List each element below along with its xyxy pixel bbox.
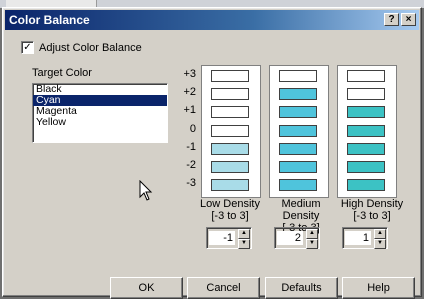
low-density-header: Low Density [-3 to 3] <box>197 198 263 222</box>
spin-down-icon[interactable]: ▼ <box>238 239 250 249</box>
medium-density-spinner[interactable]: 2 ▲ ▼ <box>274 227 320 249</box>
medium-density-swatch <box>279 88 317 101</box>
low-density-value[interactable]: -1 <box>209 231 235 245</box>
high-density-swatch <box>347 179 385 192</box>
level-label: +2 <box>183 86 196 99</box>
low-density-swatch <box>211 161 249 173</box>
medium-density-swatch <box>279 70 317 82</box>
medium-density-value[interactable]: 2 <box>277 231 303 245</box>
target-color-list[interactable]: Black Cyan Magenta Yellow <box>32 83 168 143</box>
level-label: -2 <box>186 159 196 171</box>
high-density-swatch <box>347 124 385 137</box>
medium-density-swatch <box>279 161 317 173</box>
low-density-swatch <box>211 70 249 82</box>
low-density-spinner[interactable]: -1 ▲ ▼ <box>206 227 252 249</box>
spin-down-icon[interactable]: ▼ <box>306 239 318 249</box>
medium-density-title: Medium Density <box>281 198 321 222</box>
cancel-button[interactable]: Cancel <box>187 277 260 299</box>
level-label: -1 <box>186 140 196 153</box>
spin-up-icon[interactable]: ▲ <box>238 229 250 239</box>
medium-density-swatch <box>279 142 317 155</box>
low-density-swatch <box>211 142 249 155</box>
low-density-range: [-3 to 3] <box>211 210 249 222</box>
level-label: 0 <box>189 122 196 135</box>
help-button[interactable]: Help <box>342 277 415 299</box>
level-label: -3 <box>186 177 196 190</box>
high-density-swatch <box>347 142 385 155</box>
spin-up-icon[interactable]: ▲ <box>374 229 386 239</box>
help-title-button[interactable]: ? <box>384 13 399 26</box>
ok-button[interactable]: OK <box>110 277 183 299</box>
high-density-swatch <box>347 161 385 173</box>
defaults-button[interactable]: Defaults <box>265 277 338 299</box>
low-density-swatch <box>211 106 249 119</box>
medium-density-swatch <box>279 179 317 192</box>
adjust-color-balance-checkbox[interactable]: ✓ <box>21 41 34 54</box>
spin-down-icon[interactable]: ▼ <box>374 239 386 249</box>
list-item-yellow[interactable]: Yellow <box>33 117 167 128</box>
medium-density-swatch <box>279 106 317 119</box>
high-density-swatch <box>347 106 385 119</box>
mouse-pointer-icon <box>139 180 153 201</box>
low-density-swatch <box>211 124 249 137</box>
adjust-color-balance-label: Adjust Color Balance <box>39 41 142 54</box>
close-button[interactable]: × <box>401 13 416 26</box>
low-density-swatch <box>211 88 249 101</box>
high-density-title: High Density <box>340 198 404 210</box>
level-label: +1 <box>183 104 196 117</box>
high-density-range: [-3 to 3] <box>353 210 391 222</box>
medium-density-swatch <box>279 124 317 137</box>
high-density-header: High Density [-3 to 3] <box>339 198 405 222</box>
high-density-spinner[interactable]: 1 ▲ ▼ <box>342 227 388 249</box>
title-bar[interactable]: Color Balance ? × <box>5 10 419 30</box>
high-density-value[interactable]: 1 <box>345 231 371 245</box>
adjust-color-balance-row[interactable]: ✓ Adjust Color Balance <box>21 41 142 54</box>
high-density-swatch <box>347 88 385 101</box>
low-density-title: Low Density <box>200 198 260 210</box>
high-density-swatch <box>347 70 385 82</box>
level-label: +3 <box>183 68 196 80</box>
low-density-swatch <box>211 179 249 192</box>
dialog-title: Color Balance <box>9 13 90 27</box>
target-color-label: Target Color <box>32 67 92 79</box>
spin-up-icon[interactable]: ▲ <box>306 229 318 239</box>
color-balance-dialog: Color Balance ? × ✓ Adjust Color Balance… <box>2 7 422 299</box>
